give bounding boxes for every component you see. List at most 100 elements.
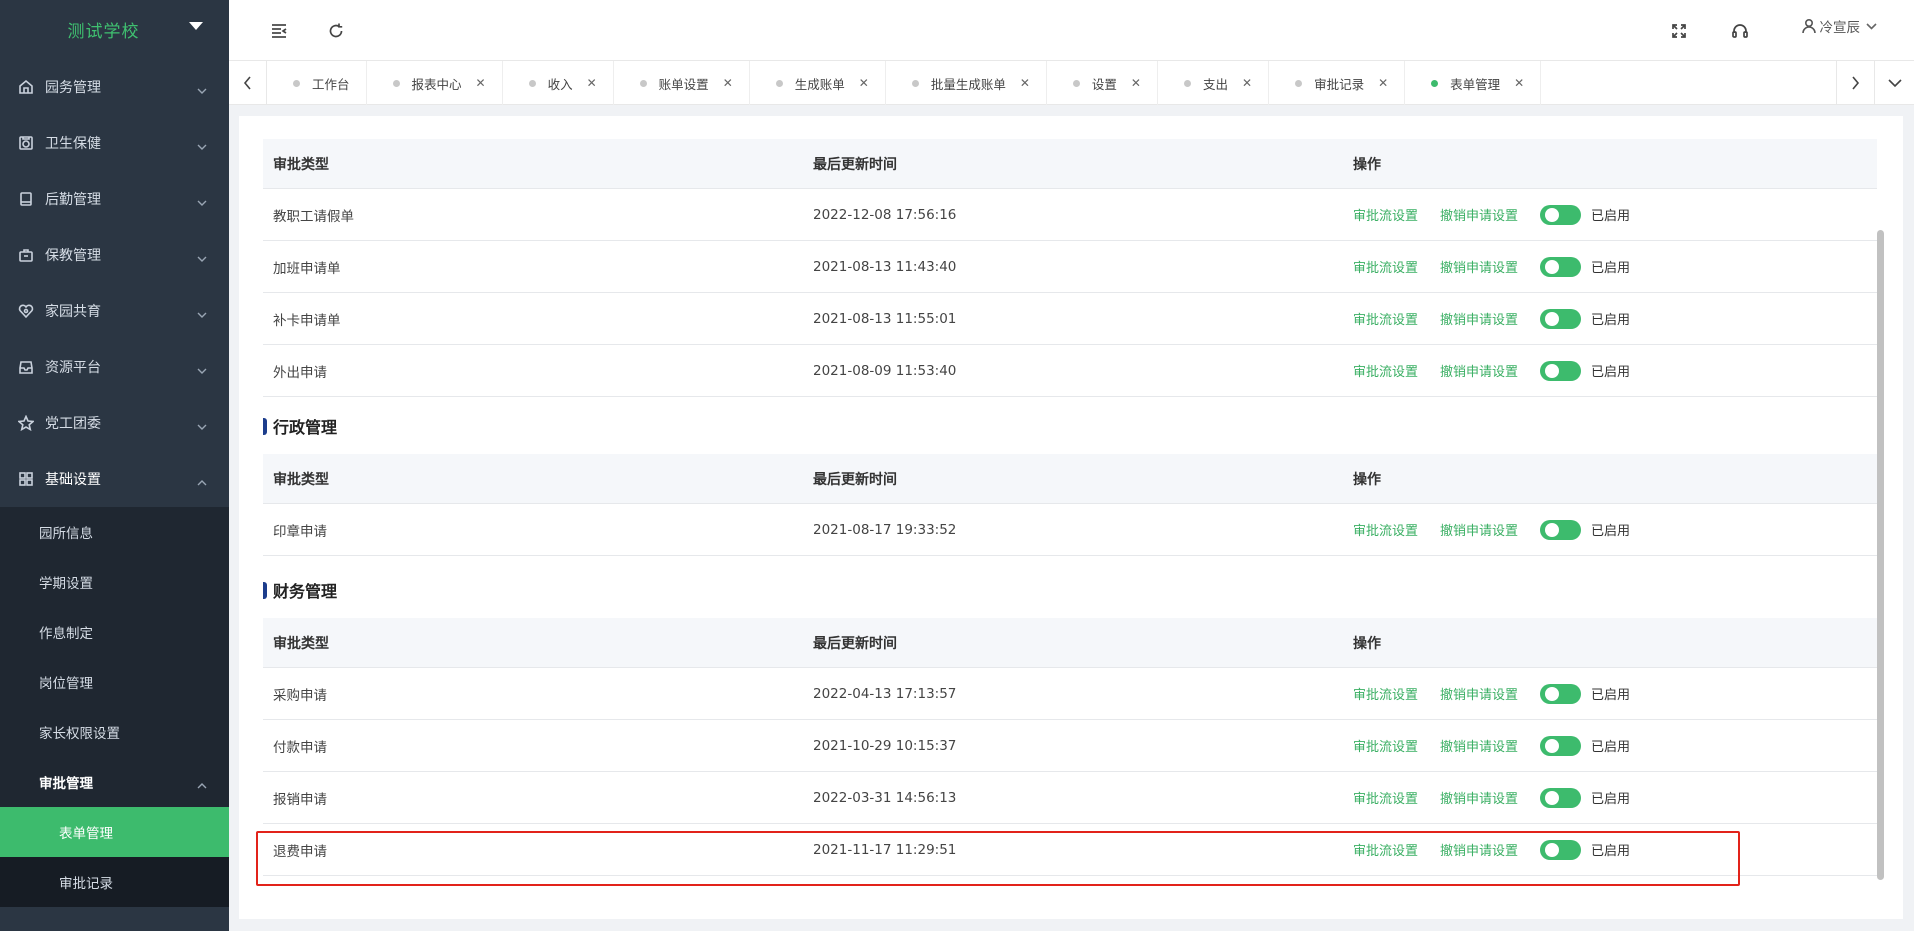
flow-settings-link[interactable]: 审批流设置 [1353,205,1418,224]
tab-dot [775,79,783,87]
sidebar-item-party[interactable]: 党工团委 [0,395,229,451]
status-label: 已启用 [1591,688,1631,703]
table-row: 采购申请 2022-04-13 17:13:57 审批流设置 撤销申请设置 已启用 [263,668,1877,720]
tab-form-management[interactable]: 表单管理 ✕ [1405,61,1542,105]
enable-toggle[interactable] [1540,519,1582,540]
flow-settings-link[interactable]: 审批流设置 [1353,788,1418,807]
sidebar-item-form-management[interactable]: 表单管理 [0,807,229,857]
sidebar-item-basic-settings[interactable]: 基础设置 [0,451,229,507]
collapse-menu-icon[interactable] [268,20,290,42]
tab-dot [1183,79,1191,87]
col-updated-header: 最后更新时间 [813,156,897,173]
sidebar-item-home-school[interactable]: 家园共育 [0,283,229,339]
flow-settings-link[interactable]: 审批流设置 [1353,840,1418,859]
content-scrollbar[interactable] [1877,230,1884,880]
col-type-header: 审批类型 [273,156,329,173]
close-icon[interactable]: ✕ [476,76,486,90]
close-icon[interactable]: ✕ [723,76,733,90]
tab-label: 支出 [1202,76,1228,92]
enable-toggle[interactable] [1540,735,1582,756]
tab-label: 收入 [547,76,573,92]
row-updated: 2021-08-17 19:33:52 [813,521,957,538]
enable-toggle[interactable] [1540,683,1582,704]
close-icon[interactable]: ✕ [587,76,597,90]
tab-dot [392,79,400,87]
refresh-icon[interactable] [325,20,347,42]
table-row: 教职工请假单 2022-12-08 17:56:16 审批流设置 撤销申请设置 已启… [263,189,1877,241]
tabs-bar: 工作台 报表中心 ✕ 收入 ✕ 账单设置 ✕ 生成账单 ✕ 批量生成账单 ✕ 设置 ✕ 支出… [229,61,1914,105]
table-row: 印章申请 2021-08-17 19:33:52 审批流设置 撤销申请设置 已启用 [263,504,1877,556]
tab-approval-records[interactable]: 审批记录 ✕ [1269,61,1406,105]
tab-settings[interactable]: 设置 ✕ [1047,61,1158,105]
table-header: 审批类型 最后更新时间 操作 [263,454,1877,504]
tab-report-center[interactable]: 报表中心 ✕ [367,61,503,105]
enable-toggle[interactable] [1540,256,1582,277]
approval-table-1: 审批类型 最后更新时间 操作 教职工请假单 2022-12-08 17:56:1… [263,139,1877,397]
chevron-up-icon [197,778,207,794]
flow-settings-link[interactable]: 审批流设置 [1353,520,1418,539]
revoke-settings-link[interactable]: 撤销申请设置 [1440,205,1518,224]
enable-toggle[interactable] [1540,839,1582,860]
sidebar-item-schedule[interactable]: 作息制定 [0,607,229,657]
close-icon[interactable]: ✕ [1020,76,1030,90]
sidebar-item-approval-records[interactable]: 审批记录 [0,857,229,907]
tab-batch-generate-bill[interactable]: 批量生成账单 ✕ [886,61,1047,105]
sidebar-item-semester[interactable]: 学期设置 [0,557,229,607]
flow-settings-link[interactable]: 审批流设置 [1353,309,1418,328]
flow-settings-link[interactable]: 审批流设置 [1353,361,1418,380]
revoke-settings-link[interactable]: 撤销申请设置 [1440,736,1518,755]
fullscreen-icon[interactable] [1668,20,1690,42]
sidebar-item-education[interactable]: 保教管理 [0,227,229,283]
status-label: 已启用 [1591,524,1631,539]
tabs-scroll-left-button[interactable] [229,61,267,105]
tab-income[interactable]: 收入 ✕ [503,61,614,105]
revoke-settings-link[interactable]: 撤销申请设置 [1440,684,1518,703]
revoke-settings-link[interactable]: 撤销申请设置 [1440,840,1518,859]
user-menu[interactable]: 冷宣辰 [1801,16,1881,36]
sidebar-item-parent-permissions[interactable]: 家长权限设置 [0,707,229,757]
enable-toggle[interactable] [1540,787,1582,808]
sidebar-item-positions[interactable]: 岗位管理 [0,657,229,707]
user-name: 冷宣辰 [1819,20,1861,36]
table-row: 加班申请单 2021-08-13 11:43:40 审批流设置 撤销申请设置 已启用 [263,241,1877,293]
headset-icon[interactable] [1729,20,1751,42]
tabs-more-button[interactable] [1874,61,1914,105]
enable-toggle[interactable] [1540,308,1582,329]
chevron-up-icon [197,475,207,491]
status-label: 已启用 [1591,740,1631,755]
tab-workbench[interactable]: 工作台 [267,61,367,105]
sidebar-item-health[interactable]: 卫生保健 [0,115,229,171]
revoke-settings-link[interactable]: 撤销申请设置 [1440,788,1518,807]
flow-settings-link[interactable]: 审批流设置 [1353,684,1418,703]
chevron-down-icon [197,83,207,99]
flow-settings-link[interactable]: 审批流设置 [1353,736,1418,755]
revoke-settings-link[interactable]: 撤销申请设置 [1440,309,1518,328]
close-icon[interactable]: ✕ [1131,76,1141,90]
revoke-settings-link[interactable]: 撤销申请设置 [1440,520,1518,539]
close-icon[interactable]: ✕ [859,76,869,90]
chevron-down-icon [197,419,207,435]
tab-label: 设置 [1091,76,1117,92]
close-icon[interactable]: ✕ [1514,76,1524,90]
sidebar-item-logistics[interactable]: 后勤管理 [0,171,229,227]
revoke-settings-link[interactable]: 撤销申请设置 [1440,257,1518,276]
close-icon[interactable]: ✕ [1242,76,1252,90]
revoke-settings-link[interactable]: 撤销申请设置 [1440,361,1518,380]
enable-toggle[interactable] [1540,204,1582,225]
col-type-header: 审批类型 [273,471,329,488]
close-icon[interactable]: ✕ [1378,76,1388,90]
sidebar-item-campus-info[interactable]: 园所信息 [0,507,229,557]
tab-generate-bill[interactable]: 生成账单 ✕ [750,61,886,105]
tabs-scroll-right-button[interactable] [1836,61,1874,105]
school-switcher[interactable]: 测试学校 [0,0,229,59]
user-icon [1801,18,1816,34]
sidebar-item-campus-affairs[interactable]: 园务管理 [0,59,229,115]
tab-bill-settings[interactable]: 账单设置 ✕ [614,61,750,105]
sidebar-item-resources[interactable]: 资源平台 [0,339,229,395]
status-label: 已启用 [1591,209,1631,224]
tab-expense[interactable]: 支出 ✕ [1158,61,1270,105]
sidebar-item-approval-management[interactable]: 审批管理 [0,757,229,807]
enable-toggle[interactable] [1540,360,1582,381]
flow-settings-link[interactable]: 审批流设置 [1353,257,1418,276]
sidebar-item-label: 家园共育 [45,304,101,320]
